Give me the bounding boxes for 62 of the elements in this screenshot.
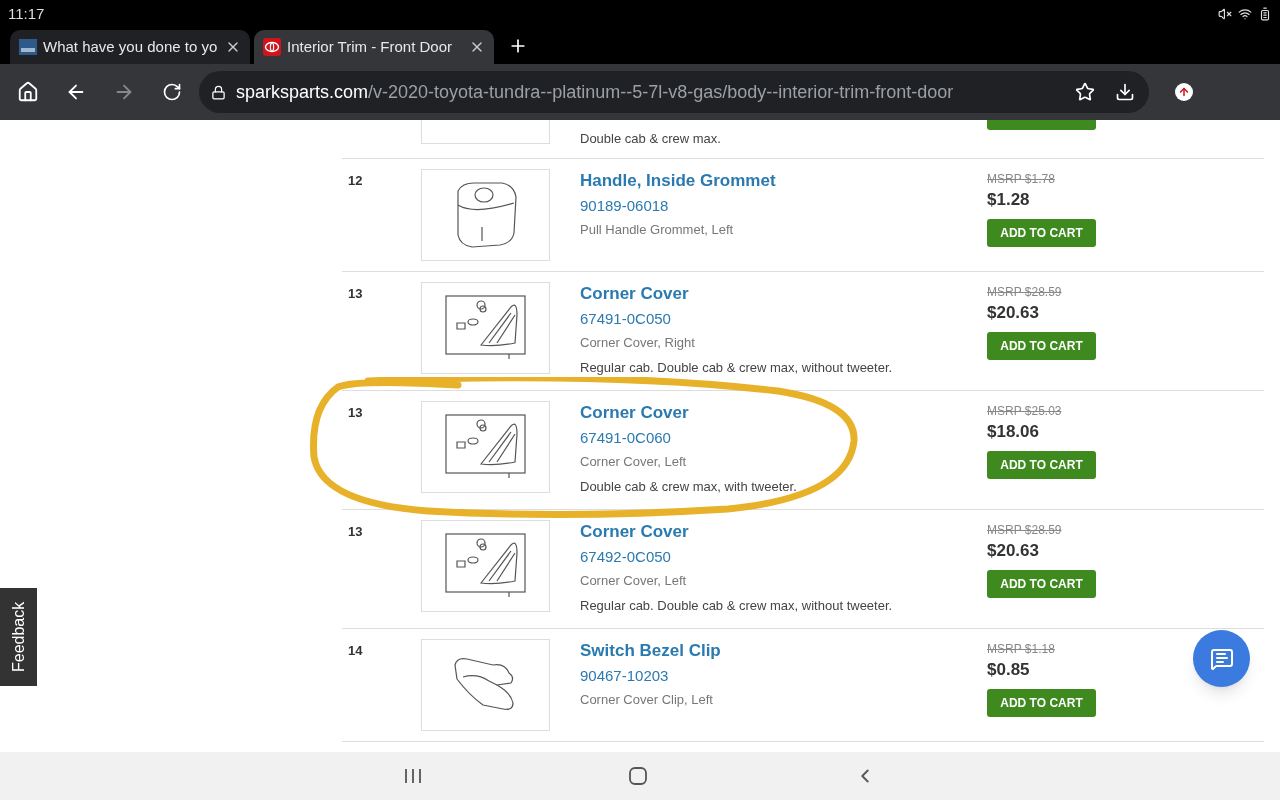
download-icon[interactable]: [1115, 82, 1135, 102]
home-button-icon[interactable]: [629, 767, 647, 785]
battery-icon: [1258, 7, 1272, 21]
sale-price: $18.06: [987, 421, 1039, 443]
reload-icon[interactable]: [162, 82, 182, 102]
part-number-link[interactable]: 67492-0C050: [580, 544, 987, 569]
fitment-note: Regular cab. Double cab & crew max, without tweeter.: [580, 358, 894, 377]
sale-price: $1.28: [987, 189, 1030, 211]
part-name-link[interactable]: Switch Bezel Clip: [580, 639, 987, 664]
part-description: Corner Cover Clip, Left: [580, 691, 714, 709]
part-number-link[interactable]: 90189-06018: [580, 193, 987, 218]
site-logo-icon: [19, 39, 37, 55]
car-logo-icon: [263, 38, 281, 56]
add-to-cart-button[interactable]: ADD TO CART: [987, 219, 1096, 247]
home-icon[interactable]: [17, 81, 39, 103]
fitment-note: Double cab & crew max, with tweeter.: [580, 477, 798, 496]
mute-icon: [1218, 7, 1232, 21]
address-field[interactable]: sparksparts.com/v-2020-toyota-tundra--platinum--5-7l-v8-gas/body--interior-trim-front-door: [199, 71, 1149, 113]
chat-icon: [1209, 646, 1234, 671]
tab-title: What have you done to yo: [43, 36, 219, 57]
part-name-link[interactable]: Corner Cover: [580, 282, 987, 307]
sale-price: $20.63: [987, 302, 1039, 324]
msrp-price: MSRP $28.59: [987, 522, 1062, 539]
msrp-price: MSRP $1.78: [987, 171, 1055, 188]
tab-title: Interior Trim - Front Door: [287, 36, 454, 57]
fitment-note: Regular cab. Double cab & crew max, without tweeter.: [580, 596, 894, 615]
part-name-link[interactable]: Handle, Inside Grommet: [580, 169, 987, 194]
msrp-price: MSRP $25.03: [987, 403, 1062, 420]
add-to-cart-button[interactable]: ADD TO CART: [987, 570, 1096, 598]
sale-price: $20.63: [987, 540, 1039, 562]
clock: 11:17: [8, 3, 45, 24]
extension-icon[interactable]: [1175, 83, 1193, 101]
lock-icon: [211, 84, 226, 100]
item-number: 14: [347, 642, 364, 660]
part-name-link[interactable]: Corner Cover: [580, 520, 987, 545]
add-to-cart-button[interactable]: ADD TO CART: [987, 332, 1096, 360]
add-to-cart-button[interactable]: ADD TO CART: [987, 689, 1096, 717]
msrp-price: MSRP $28.59: [987, 284, 1062, 301]
item-number: 12: [347, 172, 364, 190]
item-number: 13: [347, 523, 364, 541]
recent-apps-icon[interactable]: [403, 768, 422, 784]
part-number-link[interactable]: 90467-10203: [580, 663, 987, 688]
feedback-tab[interactable]: Feedback: [0, 588, 37, 686]
part-description: Pull Handle Grommet, Left: [580, 221, 735, 239]
part-description: Corner Cover, Left: [580, 453, 688, 471]
part-name-link[interactable]: Corner Cover: [580, 401, 987, 426]
part-description: Corner Cover, Right: [580, 334, 696, 352]
part-number-link[interactable]: 67491-0C050: [580, 306, 987, 331]
bookmark-star-icon[interactable]: [1075, 82, 1095, 102]
browser-tab[interactable]: Interior Trim - Front Door: [254, 30, 494, 64]
part-number-link[interactable]: 67491-0C060: [580, 425, 987, 450]
wifi-icon: [1238, 7, 1252, 21]
browser-tab[interactable]: What have you done to yo: [10, 30, 250, 64]
sale-price: $0.85: [987, 659, 1030, 681]
url-text: sparksparts.com/v-2020-toyota-tundra--platinum--5-7l-v8-gas/body--interior-trim-front-door: [236, 80, 955, 104]
part-description: Corner Cover, Left: [580, 572, 688, 590]
fitment-note: Double cab & crew max.: [580, 130, 721, 148]
item-number: 13: [347, 285, 364, 303]
item-number: 13: [347, 404, 364, 422]
chat-button[interactable]: [1193, 630, 1250, 687]
msrp-price: MSRP $1.18: [987, 641, 1055, 658]
add-to-cart-button[interactable]: ADD TO CART: [987, 451, 1096, 479]
